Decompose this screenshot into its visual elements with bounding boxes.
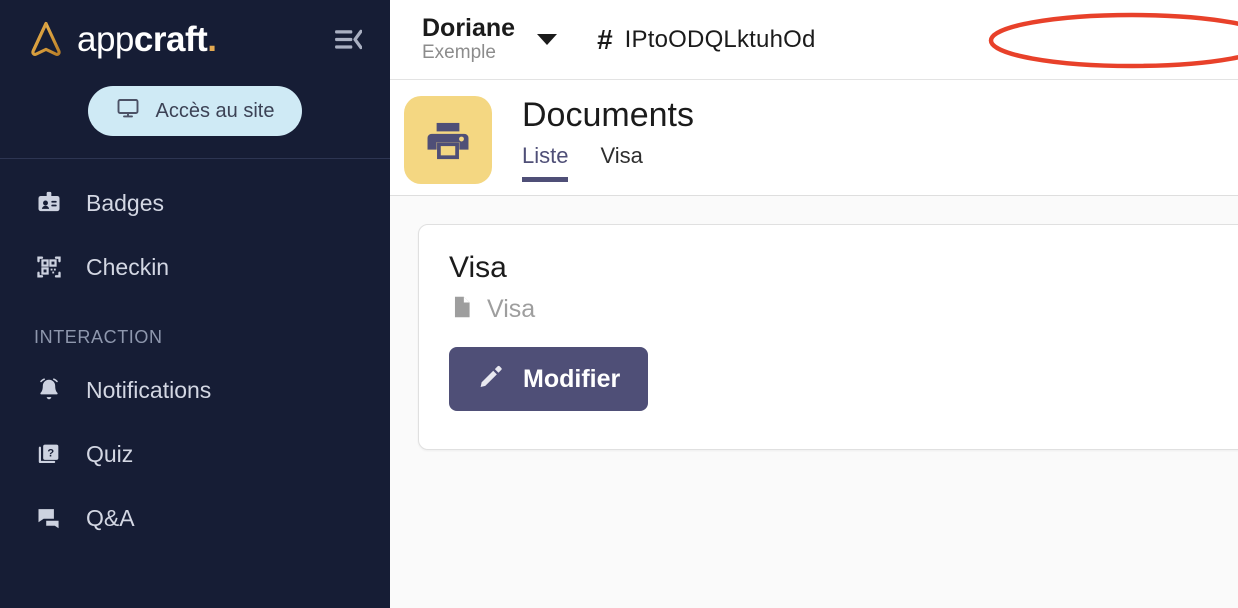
sidebar-item-checkin[interactable]: Checkin (0, 235, 390, 299)
sidebar-item-label: Notifications (86, 376, 212, 403)
event-code-text: IPtoODQLktuhOd (624, 25, 816, 53)
app-root: appcraft. Accès au site Badges Checkin I… (0, 0, 1238, 608)
monitor-icon (116, 96, 140, 126)
sidebar-item-quiz[interactable]: ? Quiz (0, 422, 390, 486)
sidebar-item-label: Checkin (86, 253, 170, 280)
document-file-icon (449, 294, 475, 325)
appcraft-logo[interactable]: appcraft. (24, 18, 328, 62)
tab-visa[interactable]: Visa (600, 143, 642, 181)
hash-icon: # (597, 23, 613, 55)
sidebar-item-notifications[interactable]: Notifications (0, 358, 390, 422)
qr-code-icon (34, 252, 64, 282)
quiz-question-icon: ? (34, 439, 64, 469)
sidebar-item-qa[interactable]: Q&A (0, 486, 390, 550)
annotation-ellipse-highlight (988, 12, 1238, 69)
page-header: Documents Liste Visa (390, 80, 1238, 196)
organization-subtitle: Exemple (422, 41, 496, 63)
sidebar: appcraft. Accès au site Badges Checkin I… (0, 0, 390, 608)
event-code[interactable]: # IPtoODQLktuhOd (597, 24, 815, 56)
logo-text-light: app (77, 20, 134, 59)
edit-document-button[interactable]: Modifier (449, 347, 649, 411)
printer-icon (404, 96, 492, 184)
topbar: Doriane Exemple # IPtoODQLktuhOd (390, 0, 1238, 80)
appcraft-logo-text: appcraft. (77, 20, 217, 60)
sidebar-item-label: Badges (86, 189, 165, 216)
logo-text-bold: craft (133, 20, 208, 59)
bell-icon (34, 375, 64, 405)
content-area: Visa Visa Modifier (390, 196, 1238, 608)
chevron-down-icon[interactable] (537, 34, 558, 45)
document-card: Visa Visa Modifier (418, 224, 1238, 450)
tab-liste[interactable]: Liste (522, 143, 569, 183)
pencil-icon (477, 362, 505, 397)
svg-text:?: ? (47, 448, 54, 460)
document-file-name: Visa (487, 295, 536, 323)
id-badge-icon (34, 188, 64, 218)
organization-names: Doriane Exemple (422, 13, 516, 65)
organization-selector[interactable]: Doriane Exemple (422, 13, 558, 65)
sidebar-item-badges[interactable]: Badges (0, 171, 390, 235)
organization-name: Doriane (422, 13, 516, 42)
site-access-button-label: Accès au site (155, 99, 275, 122)
document-file-row: Visa (449, 294, 1238, 325)
site-access-button[interactable]: Accès au site (87, 86, 303, 136)
sidebar-item-label: Q&A (86, 504, 135, 531)
appcraft-logo-icon (24, 18, 68, 62)
sidebar-section-interaction: INTERACTION (34, 327, 163, 347)
sidebar-header: appcraft. (0, 0, 390, 80)
main-area: Doriane Exemple # IPtoODQLktuhOd Documen… (390, 0, 1238, 608)
edit-document-button-label: Modifier (523, 364, 621, 393)
logo-text-dot: . (207, 20, 217, 59)
sidebar-item-label: Quiz (86, 440, 134, 467)
page-title: Documents (522, 96, 694, 134)
sidebar-nav: Badges Checkin INTERACTION Notifications… (0, 159, 390, 550)
chat-bubbles-icon (34, 503, 64, 533)
site-access-row: Accès au site (0, 80, 390, 158)
document-card-title: Visa (449, 251, 507, 284)
collapse-menu-icon[interactable] (328, 20, 368, 60)
page-header-text: Documents Liste Visa (492, 96, 694, 183)
page-tabs: Liste Visa (522, 143, 694, 183)
